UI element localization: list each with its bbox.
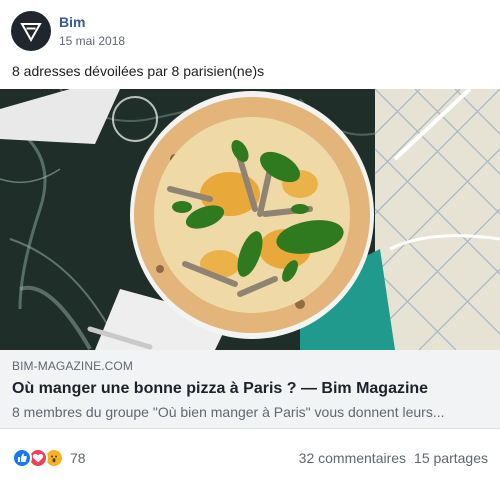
- link-description: 8 membres du groupe "Où bien manger à Pa…: [12, 404, 445, 420]
- pizza-photo: [0, 89, 500, 350]
- link-preview-image[interactable]: [0, 89, 500, 350]
- link-info[interactable]: BIM-MAGAZINE.COM Où manger une bonne piz…: [0, 350, 500, 429]
- like-icon: [12, 448, 32, 468]
- post-footer: 78 32 commentaires 15 partages: [0, 429, 500, 487]
- link-preview-card[interactable]: BIM-MAGAZINE.COM Où manger une bonne piz…: [0, 89, 500, 429]
- post-meta: Bim 15 mai 2018: [59, 13, 125, 49]
- avatar[interactable]: [11, 11, 51, 51]
- post-date[interactable]: 15 mai 2018: [59, 33, 125, 49]
- reaction-count: 78: [70, 450, 86, 466]
- triangle-logo-icon: [20, 23, 42, 43]
- post-message: 8 adresses dévoilées par 8 parisien(ne)s: [12, 63, 265, 79]
- facebook-post: Bim 15 mai 2018 8 adresses dévoilées par…: [0, 0, 500, 487]
- link-title[interactable]: Où manger une bonne pizza à Paris ? — Bi…: [12, 379, 488, 399]
- shares-count[interactable]: 15 partages: [414, 450, 488, 466]
- author-name[interactable]: Bim: [59, 13, 125, 31]
- link-domain: BIM-MAGAZINE.COM: [12, 359, 133, 373]
- post-header: Bim 15 mai 2018: [11, 11, 125, 51]
- comments-count[interactable]: 32 commentaires: [299, 450, 406, 466]
- reactions-summary[interactable]: 78: [12, 448, 86, 468]
